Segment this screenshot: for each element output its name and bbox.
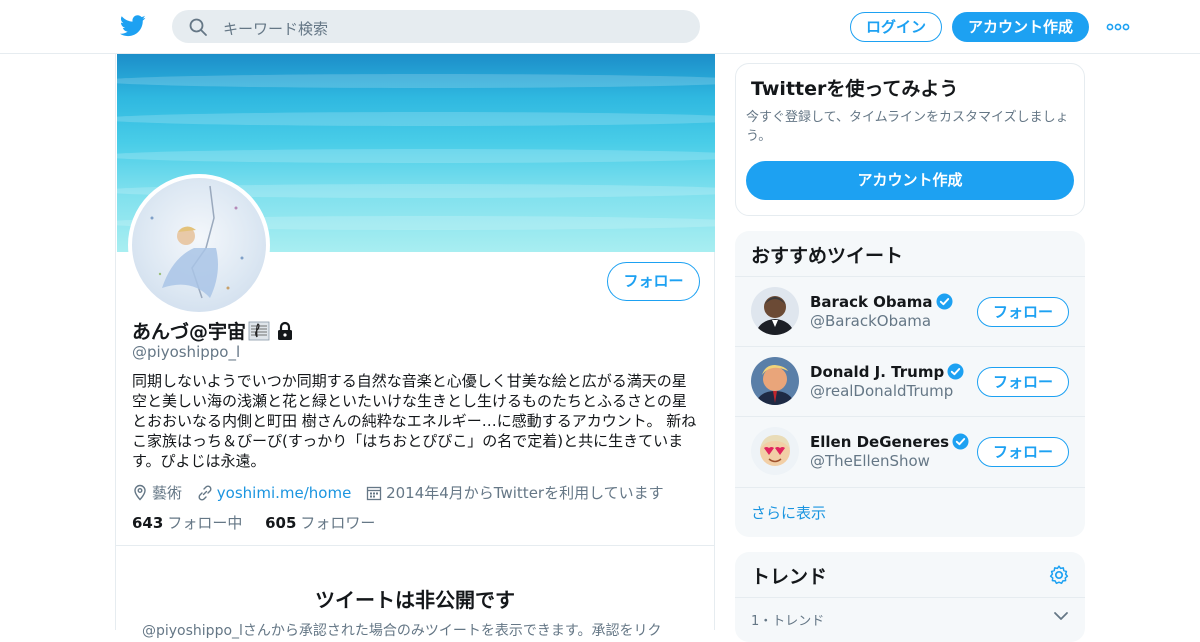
- private-tweets-description: @piyoshippo_lさんから承認された場合のみツイートを表示できます。承認…: [142, 623, 662, 639]
- trends-card: トレンド 1・トレンド: [735, 552, 1085, 642]
- recommended-user-row[interactable]: Donald J. Trump @realDonaldTrump フォロー: [735, 346, 1085, 416]
- joined-text: 2014年4月からTwitterを利用しています: [386, 484, 664, 502]
- more-dots-icon[interactable]: [1106, 22, 1130, 32]
- user-name-text: Barack Obama: [810, 293, 933, 311]
- following-count: 643: [132, 514, 164, 532]
- show-more-link[interactable]: さらに表示: [735, 487, 1085, 537]
- display-name: あんづ@宇宙: [132, 321, 247, 343]
- trends-title: トレンド: [751, 566, 828, 588]
- search-icon: [189, 18, 207, 36]
- profile-stats: 643 フォロー中 605 フォロワー: [132, 512, 393, 533]
- verified-badge-icon: [936, 293, 953, 310]
- location-text: 藝術: [152, 484, 183, 502]
- login-button[interactable]: ログイン: [850, 12, 942, 42]
- chevron-down-icon[interactable]: [1053, 609, 1069, 623]
- trends-divider: [735, 597, 1085, 598]
- joined-item: 2014年4月からTwitterを利用しています: [366, 482, 664, 503]
- user-handle: @TheEllenShow: [810, 452, 930, 470]
- location-item: 藝術: [132, 482, 182, 503]
- trend-rank-label: 1・トレンド: [751, 614, 825, 629]
- profile-handle: @piyoshippo_l: [132, 343, 241, 361]
- section-divider: [116, 545, 714, 546]
- profile-column: フォロー あんづ@宇宙 @piyoshippo_l 同期しないようでいつか同期す…: [115, 54, 715, 639]
- signup-button[interactable]: アカウント作成: [952, 12, 1089, 42]
- user-name-text: Ellen DeGeneres: [810, 433, 950, 451]
- recommended-user-row[interactable]: Ellen DeGeneres @TheEllenShow フォロー: [735, 416, 1085, 486]
- followers-label: フォロワー: [300, 514, 376, 532]
- signup-card-button[interactable]: アカウント作成: [746, 161, 1074, 200]
- avatar-illustration: [150, 185, 244, 299]
- profile-meta: 藝術 yoshimi.me/home 2014年4月からTwitterを利用して…: [132, 482, 674, 503]
- profile-bio: 同期しないようでいつか同期する自然な音楽と心優しく甘美な絵と広がる満天の星空と美…: [132, 372, 697, 470]
- recommended-accounts-card: おすすめツイート Barack Obama @BarackObama フォロー …: [735, 231, 1085, 537]
- signup-card-title: Twitterを使ってみよう: [751, 78, 959, 100]
- location-pin-icon: [134, 484, 146, 501]
- following-stat[interactable]: 643 フォロー中: [132, 512, 242, 533]
- lock-icon: [278, 321, 293, 340]
- recommended-user-row[interactable]: Barack Obama @BarackObama フォロー: [735, 276, 1085, 346]
- user-handle: @BarackObama: [810, 312, 932, 330]
- twitter-bird-icon[interactable]: [120, 14, 146, 38]
- followers-count: 605: [265, 514, 297, 532]
- website-item: yoshimi.me/home: [197, 484, 352, 502]
- gear-icon[interactable]: [1048, 564, 1070, 586]
- private-tweets-title: ツイートは非公開です: [315, 588, 515, 612]
- follow-button[interactable]: フォロー: [607, 262, 700, 301]
- user-avatar[interactable]: [751, 357, 799, 405]
- profile-avatar[interactable]: [128, 174, 270, 316]
- user-avatar[interactable]: [751, 427, 799, 475]
- music-score-icon: [248, 321, 270, 341]
- follow-user-button[interactable]: フォロー: [977, 367, 1069, 397]
- search-input[interactable]: キーワード検索: [223, 18, 328, 39]
- verified-badge-icon: [952, 433, 969, 450]
- following-label: フォロー中: [167, 514, 243, 532]
- link-icon: [198, 485, 212, 501]
- website-link[interactable]: yoshimi.me/home: [217, 484, 352, 502]
- verified-badge-icon: [947, 363, 964, 380]
- user-name[interactable]: Ellen DeGeneres: [810, 433, 969, 451]
- recommended-title: おすすめツイート: [751, 245, 904, 267]
- signup-card-description: 今すぐ登録して、タイムラインをカスタマイズしましょう。: [746, 110, 1069, 144]
- follow-user-button[interactable]: フォロー: [977, 297, 1069, 327]
- user-name[interactable]: Barack Obama: [810, 293, 953, 311]
- followers-stat[interactable]: 605 フォロワー: [265, 512, 375, 533]
- user-name-text: Donald J. Trump: [810, 363, 945, 381]
- search-bar[interactable]: キーワード検索: [172, 10, 700, 43]
- profile-name: あんづ@宇宙: [132, 317, 294, 344]
- user-handle: @realDonaldTrump: [810, 382, 954, 400]
- calendar-icon: [366, 486, 382, 501]
- user-name[interactable]: Donald J. Trump: [810, 363, 964, 381]
- user-avatar[interactable]: [751, 287, 799, 335]
- top-navigation-bar: キーワード検索 ログイン アカウント作成: [0, 0, 1200, 54]
- follow-user-button[interactable]: フォロー: [977, 437, 1069, 467]
- signup-card: Twitterを使ってみよう 今すぐ登録して、タイムラインをカスタマイズしましょ…: [735, 63, 1085, 216]
